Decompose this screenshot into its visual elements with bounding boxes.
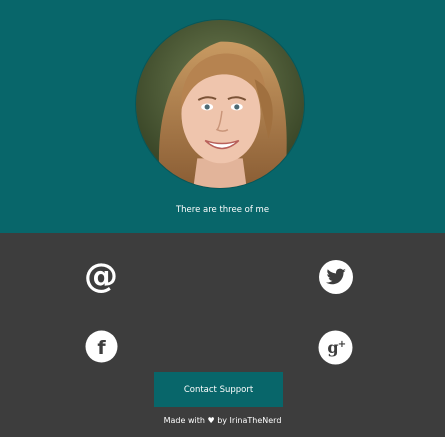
profile-header: There are three of me	[0, 0, 445, 233]
heart-icon: ♥	[207, 416, 215, 425]
svg-text:@: @	[84, 258, 118, 294]
footer-credit: Made with ♥ by IrinaTheNerd	[0, 416, 445, 425]
google-plus-icon: g +	[318, 330, 353, 365]
facebook-icon: f	[85, 330, 118, 363]
email-link[interactable]: @	[83, 258, 119, 294]
profile-tagline: There are three of me	[175, 205, 270, 215]
avatar	[135, 19, 305, 189]
twitter-icon	[319, 260, 353, 294]
contact-support-button[interactable]: Contact Support	[154, 372, 283, 407]
avatar-photo	[136, 20, 304, 188]
svg-text:f: f	[97, 337, 106, 359]
footer-author[interactable]: by IrinaTheNerd	[217, 416, 281, 425]
at-icon: @	[84, 258, 118, 294]
google-plus-link[interactable]: g +	[318, 330, 353, 365]
facebook-link[interactable]: f	[85, 330, 118, 363]
svg-text:+: +	[338, 339, 346, 350]
footer-made-with: Made with	[163, 416, 205, 425]
twitter-link[interactable]	[318, 259, 354, 295]
